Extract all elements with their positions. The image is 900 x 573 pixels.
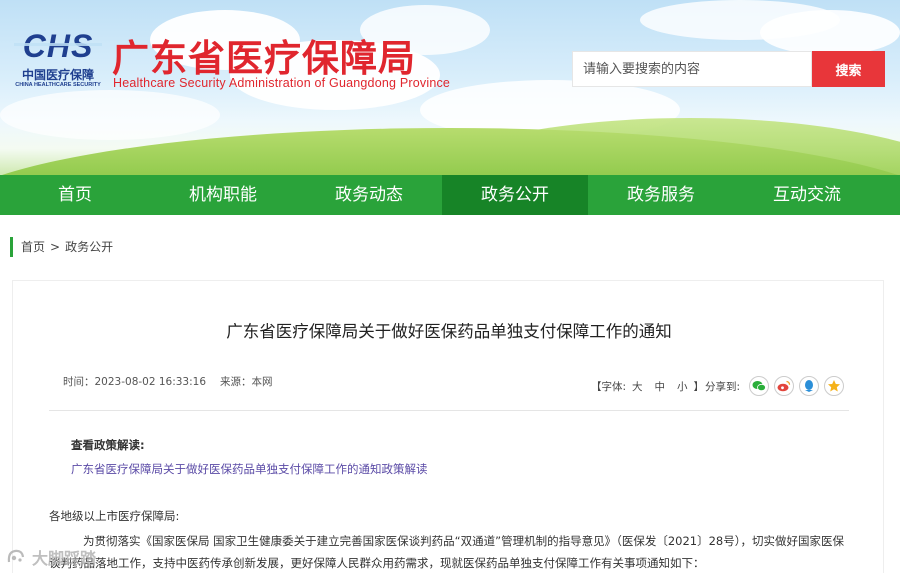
chs-logo[interactable]: CHS 中国医疗保障 CHINA HEALTHCARE SECURITY [12, 30, 104, 90]
nav-item-home[interactable]: 首页 [0, 175, 150, 215]
font-size-label-close: 】 [693, 381, 705, 393]
share-label: 分享到: [705, 381, 741, 393]
nav-item-interaction[interactable]: 互动交流 [734, 175, 880, 215]
watermark-logo-icon [7, 549, 25, 563]
article-meta: 时间：2023-08-02 16:33:16 来源：本网 [63, 374, 273, 389]
header-banner: CHS 中国医疗保障 CHINA HEALTHCARE SECURITY 广东省… [0, 0, 900, 175]
article-source: 来源：本网 [220, 376, 273, 388]
logo-chinese-text: 中国医疗保障 [21, 68, 94, 82]
article-paragraph: 为贯彻落实《国家医保局 国家卫生健康委关于建立完善国家医保谈判药品“双通道”管理… [49, 534, 844, 570]
article-greeting: 各地级以上市医疗保障局: [49, 509, 180, 523]
article-title: 广东省医疗保障局关于做好医保药品单独支付保障工作的通知 [226, 322, 672, 341]
qq-icon[interactable] [799, 376, 819, 396]
qzone-icon[interactable] [824, 376, 844, 396]
cloud [0, 90, 220, 140]
main-nav: 首页 机构职能 政务动态 政务公开 政务服务 互动交流 [0, 175, 900, 215]
breadcrumb-separator: > [50, 240, 61, 254]
watermark: 大脚踩踏 [6, 546, 96, 568]
title-divider [49, 410, 849, 411]
nav-item-government-affairs-disclosure[interactable]: 政务公开 [442, 175, 588, 215]
font-size-label-open: 【字体: [591, 381, 627, 393]
breadcrumb-current-link[interactable]: 政务公开 [65, 240, 113, 254]
site-title: 广东省医疗保障局 [112, 37, 416, 80]
wechat-icon[interactable] [749, 376, 769, 396]
policy-interpretation-label: 查看政策解读: [71, 438, 145, 452]
nav-item-government-services[interactable]: 政务服务 [588, 175, 734, 215]
search-input[interactable] [572, 51, 812, 87]
policy-interpretation-link[interactable]: 广东省医疗保障局关于做好医保药品单独支付保障工作的通知政策解读 [71, 461, 428, 477]
nav-item-institution-functions[interactable]: 机构职能 [150, 175, 296, 215]
font-size-medium-button[interactable]: 中 [655, 381, 666, 393]
nav-item-government-news[interactable]: 政务动态 [296, 175, 442, 215]
search-button[interactable]: 搜索 [812, 51, 885, 87]
font-size-small-button[interactable]: 小 [677, 381, 688, 393]
publish-time: 时间：2023-08-02 16:33:16 [63, 376, 207, 388]
weibo-icon[interactable] [774, 376, 794, 396]
logo-english-text: CHINA HEALTHCARE SECURITY [15, 82, 101, 88]
article-card: 广东省医疗保障局关于做好医保药品单独支付保障工作的通知 时间：2023-08-0… [12, 280, 884, 573]
chs-logo-mark: CHS [14, 30, 102, 62]
cloud [760, 10, 900, 55]
font-size-large-button[interactable]: 大 [632, 381, 643, 393]
font-size-control: 【字体: 大中小】 [591, 379, 704, 394]
breadcrumb-home-link[interactable]: 首页 [21, 240, 45, 254]
breadcrumb: 首页 > 政务公开 [10, 237, 113, 257]
watermark-text: 大脚踩踏 [32, 549, 97, 568]
site-subtitle: Healthcare Security Administration of Gu… [113, 76, 451, 90]
